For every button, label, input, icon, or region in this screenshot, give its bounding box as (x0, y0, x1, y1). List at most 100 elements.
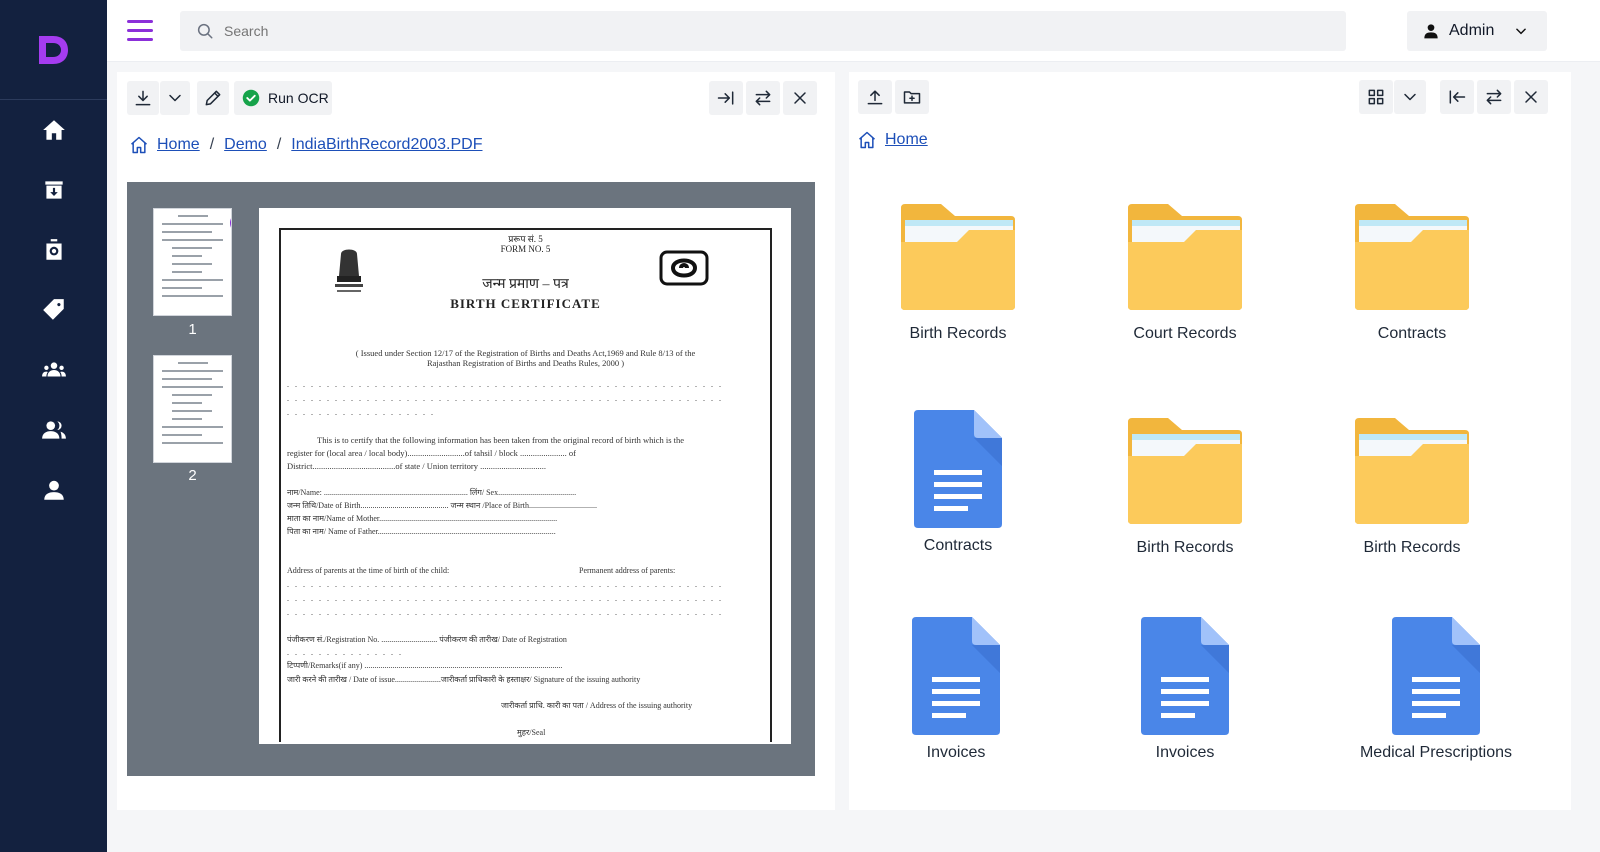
thumb-line (162, 426, 223, 428)
groups-icon (41, 362, 66, 377)
swap-panels-button[interactable] (1477, 80, 1511, 114)
folder-icon (1090, 416, 1280, 531)
view-options-dropdown[interactable] (1394, 80, 1426, 114)
folder-item[interactable]: Court Records (1090, 202, 1280, 343)
edit-button[interactable] (197, 81, 229, 115)
breadcrumb-home[interactable]: Home (885, 131, 928, 149)
nav-tags[interactable] (0, 280, 107, 340)
thumb-line (162, 386, 223, 388)
close-icon (794, 92, 806, 104)
home-outline-icon (859, 131, 875, 149)
run-ocr-button[interactable]: Run OCR (234, 81, 332, 115)
issued-under: ( Issued under Section 12/17 of the Regi… (355, 348, 696, 358)
breadcrumb-file[interactable]: IndiaBirthRecord2003.PDF (291, 136, 482, 154)
document-item[interactable]: Invoices (861, 617, 1051, 762)
inbox-download-icon (44, 181, 63, 199)
menu-toggle-button[interactable] (127, 20, 153, 42)
document-icon (863, 408, 1053, 535)
document-item[interactable]: Contracts (863, 410, 1053, 555)
folder-icon (1317, 416, 1507, 531)
pencil-icon (205, 90, 221, 106)
user-name: Admin (1449, 22, 1495, 39)
file-name: Contracts (1377, 325, 1447, 342)
breadcrumb-home[interactable]: Home (157, 136, 200, 154)
close-panel-button[interactable] (783, 81, 817, 115)
nav-users[interactable] (0, 400, 107, 460)
upload-button[interactable] (858, 80, 892, 114)
nav-groups[interactable] (0, 340, 107, 400)
field-registration: पंजीकरण सं./Registration No. ...........… (287, 635, 567, 644)
logo-icon (38, 35, 68, 64)
breadcrumb-demo[interactable]: Demo (224, 136, 267, 154)
document-item[interactable]: Medical Prescriptions (1341, 617, 1531, 762)
document-title: BIRTH CERTIFICATE (450, 296, 601, 311)
tag-icon (42, 299, 64, 320)
nav-inbox[interactable] (0, 160, 107, 220)
thumb-line (162, 370, 223, 372)
user-icon (1424, 24, 1438, 39)
field-mother: माता का नाम/Name of Mother..............… (287, 514, 558, 523)
field-father: पिता का नाम/ Name of Father.............… (287, 527, 556, 536)
breadcrumb: Home (857, 130, 928, 150)
download-icon (135, 90, 151, 106)
search-bar[interactable] (180, 11, 1346, 51)
file-name: Court Records (1133, 325, 1237, 342)
thumb-line (162, 287, 202, 289)
open-in-left-panel-button[interactable] (1440, 80, 1474, 114)
thumb-line (162, 378, 212, 380)
swap-panels-button[interactable] (746, 81, 780, 115)
birth-certificate: प्ररूप सं. 5 FORM NO. 5 जन्म प्रमाण – पत… (279, 228, 772, 742)
thumb-line (178, 215, 208, 217)
folder-icon (1317, 202, 1507, 317)
thumb-line (162, 279, 223, 281)
user-menu-button[interactable]: Admin (1407, 11, 1547, 51)
search-input[interactable] (224, 23, 824, 39)
nav-profile[interactable] (0, 460, 107, 520)
field-issue-date: जारी करने की तारीख / Date of issue......… (287, 675, 641, 684)
thumb-line (172, 418, 202, 420)
thumb-line (172, 394, 212, 396)
page-thumbnail-2[interactable] (153, 355, 232, 463)
new-folder-button[interactable] (895, 80, 929, 114)
thumb-line (172, 271, 202, 273)
thumb-line (172, 247, 212, 249)
app-logo[interactable] (0, 0, 107, 100)
sidebar (0, 0, 107, 852)
open-in-panel-button[interactable] (709, 81, 743, 115)
thumb-line (162, 434, 202, 436)
page-number-1: 1 (188, 321, 197, 338)
thumb-line (178, 362, 208, 364)
folder-item[interactable]: Contracts (1317, 202, 1507, 343)
breadcrumb-separator: / (209, 136, 215, 153)
download-button[interactable] (127, 81, 159, 115)
view-grid-button[interactable] (1359, 80, 1393, 114)
issuing-authority-address: जारीकर्ता प्राधि. कारी का पता / Address … (501, 701, 693, 710)
scanner-icon (45, 239, 62, 260)
thumb-line (172, 410, 212, 412)
file-name: Birth Records (1363, 539, 1461, 556)
seal-label: मुहर/Seal (517, 728, 546, 737)
file-name: Invoices (1155, 744, 1215, 761)
folder-icon (863, 202, 1053, 317)
title-hindi: जन्म प्रमाण – पत्र (482, 277, 569, 292)
file-name: Birth Records (1136, 539, 1234, 556)
field-remarks: टिप्पणी/Remarks(if any) ................… (287, 661, 563, 670)
document-item[interactable]: Invoices (1090, 617, 1280, 762)
permanent-address-label: Permanent address of parents: (579, 566, 676, 575)
nav-home[interactable] (0, 100, 107, 160)
download-options-dropdown[interactable] (160, 81, 190, 115)
breadcrumb-separator: / (276, 136, 282, 153)
folder-item[interactable]: Birth Records (1317, 416, 1507, 557)
nav-scan[interactable] (0, 220, 107, 280)
page-thumbnail-1[interactable] (153, 208, 232, 316)
hamburger-line (127, 29, 153, 32)
folder-item[interactable]: Birth Records (1090, 416, 1280, 557)
folder-item[interactable]: Birth Records (863, 202, 1053, 343)
dotted-line: . . . . . . . . . . . . . . . (287, 648, 403, 657)
home-outline-icon (131, 136, 147, 154)
document-icon (1341, 615, 1531, 742)
pdf-viewer[interactable]: 1 2 प्ररूप सं. 5 FORM NO. 5 जन्म प्रमाण … (127, 182, 815, 776)
address-at-birth-label: Address of parents at the time of birth … (287, 566, 450, 575)
rules: Rajasthan Registration of Births and Dea… (426, 358, 625, 368)
close-panel-button[interactable] (1514, 80, 1548, 114)
